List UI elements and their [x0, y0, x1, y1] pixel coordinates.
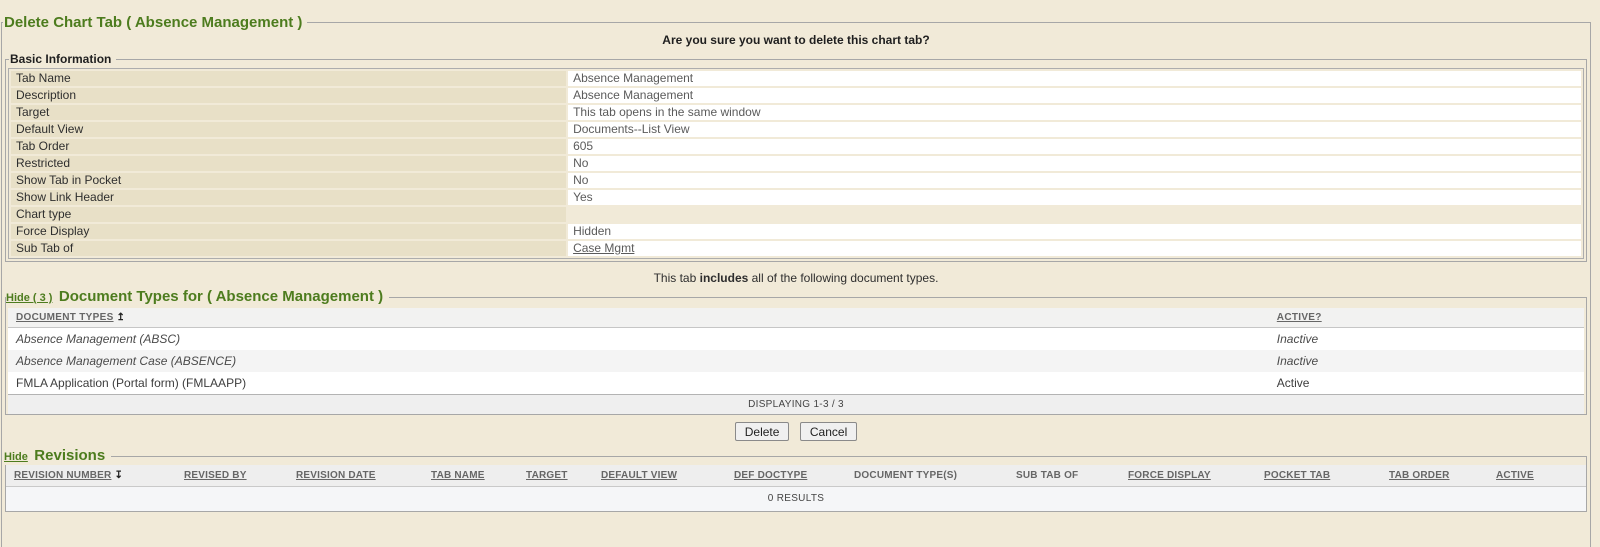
field-row-restricted: Restricted No: [11, 156, 1581, 171]
field-row-tab-order: Tab Order 605: [11, 139, 1581, 154]
revisions-title: Revisions: [34, 447, 105, 464]
revisions-table: REVISION NUMBER↧ REVISED BY REVISION DAT…: [6, 465, 1586, 487]
field-label: Description: [11, 88, 566, 103]
pocket-tab-column-header[interactable]: POCKET TAB: [1264, 470, 1330, 481]
sort-descending-icon: ↧: [114, 470, 123, 481]
field-row-tab-name: Tab Name Absence Management: [11, 71, 1581, 86]
document-types-legend: Hide ( 3 ) Document Types for ( Absence …: [6, 288, 389, 306]
field-label: Restricted: [11, 156, 566, 171]
basic-information-table: Tab Name Absence Management Description …: [8, 68, 1584, 259]
field-value: [568, 207, 1581, 222]
revision-number-column-header[interactable]: REVISION NUMBER: [14, 470, 111, 481]
document-types-header-row: DOCUMENT TYPES↥ ACTIVE?: [8, 308, 1584, 328]
hide-document-types-link[interactable]: Hide ( 3 ): [6, 292, 52, 304]
document-type-name: FMLA Application (Portal form) (FMLAAPP): [8, 372, 1269, 394]
tab-order-column-header[interactable]: TAB ORDER: [1389, 470, 1450, 481]
revisions-section: Hide Revisions REVISION NUMBER↧ REVISED …: [5, 447, 1587, 512]
field-value: Documents--List View: [568, 122, 1581, 137]
field-label: Show Link Header: [11, 190, 566, 205]
field-value: Yes: [568, 190, 1581, 205]
target-column-header[interactable]: TARGET: [526, 470, 568, 481]
page-title: Delete Chart Tab ( Absence Management ): [3, 14, 307, 31]
delete-button[interactable]: Delete: [735, 422, 790, 441]
document-type-active-status: Inactive: [1269, 328, 1584, 351]
field-row-default-view: Default View Documents--List View: [11, 122, 1581, 137]
def-doctype-column-header[interactable]: DEF DOCTYPE: [734, 470, 807, 481]
document-types-title: Document Types for ( Absence Management …: [59, 288, 383, 305]
basic-information-section: Basic Information Tab Name Absence Manag…: [5, 52, 1587, 262]
document-type-name: Absence Management Case (ABSENCE): [8, 350, 1269, 372]
delete-chart-tab-section: Delete Chart Tab ( Absence Management ) …: [1, 14, 1591, 547]
pagination-status: DISPLAYING 1-3 / 3: [8, 394, 1584, 414]
document-type-active-status: Inactive: [1269, 350, 1584, 372]
field-label: Default View: [11, 122, 566, 137]
results-count: 0 RESULTS: [6, 487, 1586, 511]
field-label: Chart type: [11, 207, 566, 222]
field-row-show-link-header: Show Link Header Yes: [11, 190, 1581, 205]
confirm-question: Are you sure you want to delete this cha…: [5, 33, 1587, 47]
hide-revisions-link[interactable]: Hide: [4, 451, 28, 463]
action-buttons: Delete Cancel: [5, 422, 1587, 441]
field-row-chart-type: Chart type: [11, 207, 1581, 222]
field-row-sub-tab-of: Sub Tab of Case Mgmt: [11, 241, 1581, 256]
field-label: Show Tab in Pocket: [11, 173, 566, 188]
active-column-header[interactable]: ACTIVE: [1496, 470, 1534, 481]
cancel-button[interactable]: Cancel: [800, 422, 857, 441]
document-type-row: FMLA Application (Portal form) (FMLAAPP)…: [8, 372, 1584, 394]
document-types-column-header[interactable]: DOCUMENT TYPES: [16, 312, 114, 323]
field-label: Force Display: [11, 224, 566, 239]
document-types-column-header: DOCUMENT TYPE(S): [854, 470, 957, 481]
field-row-show-tab-in-pocket: Show Tab in Pocket No: [11, 173, 1581, 188]
page: Delete Chart Tab ( Absence Management ) …: [0, 0, 1600, 547]
sort-ascending-icon: ↥: [117, 312, 126, 323]
document-type-row: Absence Management Case (ABSENCE) Inacti…: [8, 350, 1584, 372]
active-column-header[interactable]: ACTIVE?: [1277, 312, 1322, 323]
document-type-name: Absence Management (ABSC): [8, 328, 1269, 351]
revision-number-column-label: REVISION NUMBER: [14, 470, 111, 481]
includes-note-prefix: This tab: [654, 271, 700, 285]
document-types-column-label: DOCUMENT TYPES: [16, 312, 114, 323]
field-label: Target: [11, 105, 566, 120]
force-display-column-header[interactable]: FORCE DISPLAY: [1128, 470, 1211, 481]
active-column-label: ACTIVE?: [1277, 312, 1322, 323]
document-types-section: Hide ( 3 ) Document Types for ( Absence …: [5, 288, 1587, 415]
document-type-active-status: Active: [1269, 372, 1584, 394]
document-types-table: DOCUMENT TYPES↥ ACTIVE? Absence Manageme…: [8, 308, 1584, 394]
field-value: No: [568, 156, 1581, 171]
field-label: Tab Order: [11, 139, 566, 154]
document-type-row: Absence Management (ABSC) Inactive: [8, 328, 1584, 351]
field-label: Tab Name: [11, 71, 566, 86]
field-label: Sub Tab of: [11, 241, 566, 256]
revised-by-column-header[interactable]: REVISED BY: [184, 470, 247, 481]
includes-note-bold: includes: [700, 271, 749, 285]
includes-note: This tab includes all of the following d…: [5, 271, 1587, 285]
field-value: Absence Management: [568, 71, 1581, 86]
field-row-description: Description Absence Management: [11, 88, 1581, 103]
sub-tab-of-link[interactable]: Case Mgmt: [573, 241, 634, 255]
revisions-header-row: REVISION NUMBER↧ REVISED BY REVISION DAT…: [6, 465, 1586, 487]
revisions-legend: Hide Revisions: [4, 447, 111, 465]
includes-note-suffix: all of the following document types.: [748, 271, 938, 285]
field-row-target: Target This tab opens in the same window: [11, 105, 1581, 120]
field-value: This tab opens in the same window: [568, 105, 1581, 120]
field-value: No: [568, 173, 1581, 188]
tab-name-column-header[interactable]: TAB NAME: [431, 470, 485, 481]
field-value: Hidden: [568, 224, 1581, 239]
default-view-column-header[interactable]: DEFAULT VIEW: [601, 470, 677, 481]
sub-tab-of-column-header: SUB TAB OF: [1016, 470, 1078, 481]
field-value: Absence Management: [568, 88, 1581, 103]
basic-information-title: Basic Information: [9, 52, 116, 66]
field-value: 605: [568, 139, 1581, 154]
field-row-force-display: Force Display Hidden: [11, 224, 1581, 239]
revision-date-column-header[interactable]: REVISION DATE: [296, 470, 376, 481]
